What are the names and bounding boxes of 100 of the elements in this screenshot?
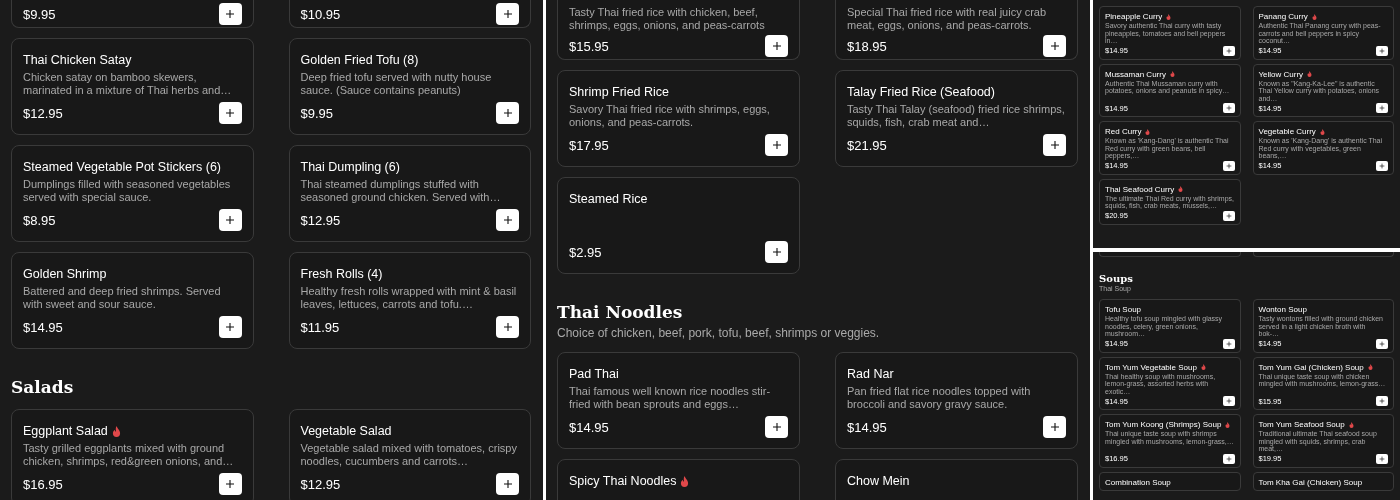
plus-icon: [771, 41, 782, 51]
item-price: $10.95: [300, 6, 341, 22]
item-name: Tom Yum Gai (Chicken) Soup: [1258, 362, 1364, 372]
plus-icon: [1379, 162, 1385, 169]
item-name: Tom Yum Seafood Soup: [1258, 420, 1345, 429]
add-button[interactable]: [496, 102, 519, 124]
plus-icon: [1379, 47, 1385, 54]
item-name: Golden Shrimp: [23, 266, 107, 282]
menu-card[interactable]: Tom Kha Gai (Chicken) Soup: [1252, 471, 1394, 491]
add-button[interactable]: [765, 416, 788, 438]
menu-card[interactable]: Thai Chicken Satay Chicken satay on bamboo skewers, marinated in a mixture of Thai herbs and… $12.95: [11, 38, 254, 135]
item-price: $17.95: [569, 137, 609, 153]
item-price: $9.95: [300, 105, 334, 121]
item-name: Combination Soup: [1105, 477, 1171, 487]
menu-card[interactable]: $10.95: [288, 0, 531, 28]
add-button[interactable]: [1222, 338, 1235, 349]
item-price: $12.95: [300, 476, 341, 492]
add-button[interactable]: [1043, 134, 1066, 156]
add-button[interactable]: [218, 473, 242, 495]
add-button[interactable]: [1222, 45, 1235, 56]
item-name: Wonton Soup: [1258, 305, 1307, 314]
add-button[interactable]: [1222, 453, 1235, 464]
item-name: Thai Chicken Satay: [23, 52, 132, 68]
add-button[interactable]: [496, 3, 519, 25]
add-button[interactable]: [1222, 103, 1235, 113]
menu-card[interactable]: $9.95: [11, 0, 254, 28]
item-description: Healthy fresh rolls wrapped with mint & basil leaves, lettuces, carrots and tofu.…: [300, 285, 518, 311]
item-description: Tasty Thai fried rice with chicken, beef, shrimps, eggs, onions, and peas-carrots: [569, 6, 766, 32]
add-button[interactable]: [1222, 160, 1235, 171]
item-name: Eggplant Salad: [23, 423, 108, 439]
add-button[interactable]: [496, 473, 519, 495]
plus-icon: [502, 322, 513, 332]
add-button[interactable]: [1043, 35, 1066, 57]
item-price: $8.95: [23, 212, 56, 228]
add-button[interactable]: [1043, 416, 1066, 438]
menu-card[interactable]: Tasty Thai fried rice with chicken, beef, shrimps, eggs, onions, and peas-carrots $15.95: [557, 0, 800, 60]
add-button[interactable]: [1222, 396, 1235, 406]
add-button[interactable]: [765, 241, 788, 263]
item-price: $9.95: [23, 6, 56, 22]
menu-card[interactable]: Fresh Rolls (4) Healthy fresh rolls wrapped with mint & basil leaves, lettuces, carrots and tofu.… $11.95: [288, 252, 531, 349]
item-description: Deep fried tofu served with nutty house sauce. (Sauce contains peanuts): [300, 71, 493, 97]
plus-icon: [502, 9, 513, 19]
item-name: Rad Nar: [847, 366, 894, 382]
add-button[interactable]: [218, 316, 242, 338]
menu-card[interactable]: Shrimp Fried Rice Savory Thai fried rice with shrimps, eggs, onions, and peas-carrots. $17.95: [557, 70, 800, 167]
menu-card[interactable]: Rad Nar Pan fried flat rice noodles topped with broccoli and savory gravy sauce. $14.95: [835, 352, 1078, 449]
item-name: Pineapple Curry: [1105, 12, 1163, 21]
add-button[interactable]: [218, 102, 242, 124]
item-name: Steamed Rice: [569, 191, 648, 207]
item-price: $11.95: [300, 319, 340, 335]
add-button[interactable]: [496, 209, 519, 231]
item-price: $21.95: [847, 137, 887, 153]
menu-card[interactable]: Eggplant Salad Tasty grilled eggplants mixed with ground chicken, shrimps, red&green onions, and… $16.95: [11, 409, 254, 500]
item-description: Tasty Thai Talay (seafood) fried rice shrimps, squids, fish, crab meat and…: [847, 103, 1066, 129]
menu-card[interactable]: Golden Shrimp Battered and deep fried shrimps. Served with sweet and sour sauce. $14.95: [11, 252, 254, 349]
menu-card[interactable]: Steamed Vegetable Pot Stickers (6) Dumplings filled with seasoned vegetables served with special sauce. $8.95: [11, 145, 254, 242]
menu-card[interactable]: Golden Fried Tofu (8) Deep fried tofu served with nutty house sauce. (Sauce contains peanuts) $9.95: [288, 38, 531, 135]
add-button[interactable]: [218, 3, 242, 25]
add-button[interactable]: [1376, 45, 1388, 56]
item-description: Dumplings filled with seasoned vegetables served with special sauce.: [23, 178, 232, 204]
add-button[interactable]: [765, 35, 788, 57]
add-button[interactable]: [1376, 453, 1388, 464]
add-button[interactable]: [496, 316, 519, 338]
item-name: Tofu Soup: [1105, 305, 1142, 314]
menu-card[interactable]: Spicy Thai Noodles: [557, 459, 800, 500]
plus-icon: [771, 422, 782, 432]
add-button[interactable]: [765, 134, 788, 156]
item-description: Savory Thai fried rice with shrimps, eggs, onions, and peas-carrots.: [569, 103, 771, 129]
item-price: $18.95: [847, 38, 887, 54]
item-name: Panang Curry: [1258, 12, 1308, 21]
add-button[interactable]: [1376, 338, 1388, 349]
section-subtitle: Choice of chicken, beef, pork, tofu, beef, shrimps or veggies.: [557, 326, 881, 340]
menu-card[interactable]: Pad Thai Thai famous well known rice noodles stir-fried with bean sprouts and eggs… $14.95: [557, 352, 800, 449]
add-button[interactable]: [1222, 210, 1235, 221]
plus-icon: [1379, 340, 1385, 347]
menu-card[interactable]: Vegetable Salad Vegetable salad mixed with tomatoes, crispy noodles, cucumbers and carrots… $12.95: [288, 409, 531, 500]
menu-card[interactable]: Special Thai fried rice with real juicy crab meat, eggs, onions, and peas-carrots. $18.95: [835, 0, 1078, 60]
item-name: Pad Thai: [569, 366, 619, 382]
item-price: $14.95: [847, 419, 887, 435]
plus-icon: [1049, 41, 1060, 51]
item-name: Golden Fried Tofu (8): [300, 52, 419, 68]
menu-card[interactable]: Talay Fried Rice (Seafood) Tasty Thai Talay (seafood) fried rice shrimps, squids, fish, crab meat and… $21.95: [835, 70, 1078, 167]
item-name: Red Curry: [1105, 127, 1142, 136]
item-price: $12.95: [300, 212, 341, 228]
menu-card[interactable]: Combination Soup: [1099, 471, 1241, 491]
plus-icon: [1225, 105, 1232, 111]
plus-icon: [1225, 162, 1232, 169]
menu-card[interactable]: Thai Dumpling (6) Thai steamed dumplings stuffed with seasoned ground chicken. Served with… $12.95: [288, 145, 531, 242]
section-heading: Salads: [11, 377, 75, 397]
plus-icon: [225, 215, 235, 225]
menu-card[interactable]: Chow Mein: [835, 459, 1078, 500]
item-name: Fresh Rolls (4): [300, 266, 383, 282]
plus-icon: [225, 479, 235, 489]
menu-card[interactable]: Steamed Rice $2.95: [557, 177, 800, 274]
plus-icon: [771, 247, 782, 257]
item-name: Talay Fried Rice (Seafood): [847, 84, 995, 100]
add-button[interactable]: [1376, 160, 1388, 171]
add-button[interactable]: [218, 209, 242, 231]
item-name: Tom Kha Gai (Chicken) Soup: [1258, 477, 1363, 487]
item-price: $2.95: [569, 244, 602, 260]
